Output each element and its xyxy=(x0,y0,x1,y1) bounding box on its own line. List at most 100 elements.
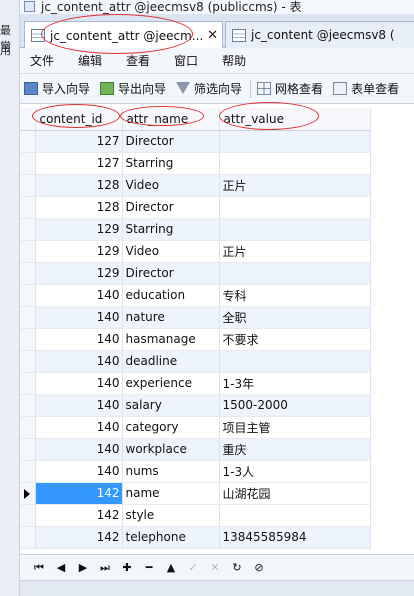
cell-content-id[interactable]: 140 xyxy=(35,394,123,417)
delete-record-button[interactable]: ━ xyxy=(138,561,160,574)
cell-attr-value[interactable] xyxy=(219,218,371,241)
table-row[interactable]: 142 style xyxy=(20,504,371,527)
cell-attr-value[interactable] xyxy=(219,262,371,285)
cell-attr-value[interactable]: 正片 xyxy=(219,240,371,263)
row-indicator[interactable] xyxy=(20,174,36,197)
row-indicator[interactable] xyxy=(20,218,36,241)
cell-attr-value[interactable]: 正片 xyxy=(219,174,371,197)
cell-attr-value[interactable]: 山湖花园 xyxy=(219,482,371,505)
table-row[interactable]: 140 deadline xyxy=(20,350,371,373)
cell-attr-name[interactable]: Starring xyxy=(122,218,220,241)
cancel-button[interactable]: ✕ xyxy=(204,561,226,574)
cell-attr-value[interactable]: 1500-2000 xyxy=(219,394,371,417)
grid-view-button[interactable]: 网格查看 xyxy=(253,80,329,97)
cell-content-id[interactable]: 140 xyxy=(35,284,123,307)
cell-attr-name[interactable]: Video xyxy=(122,174,220,197)
cell-content-id[interactable]: 142 xyxy=(35,526,123,549)
first-record-button[interactable]: ⏮ xyxy=(28,561,50,575)
cell-attr-value[interactable]: 全职 xyxy=(219,306,371,329)
cell-content-id[interactable]: 129 xyxy=(35,240,123,263)
cell-attr-name[interactable]: Director xyxy=(122,196,220,219)
table-row[interactable]: 140 category 项目主管 xyxy=(20,416,371,439)
table-row[interactable]: 140 education 专科 xyxy=(20,284,371,307)
close-icon[interactable]: ✕ xyxy=(207,28,218,43)
cell-attr-name[interactable]: style xyxy=(122,504,220,527)
cell-attr-value[interactable]: 专科 xyxy=(219,284,371,307)
table-row[interactable]: 128 Director xyxy=(20,196,371,219)
last-record-button[interactable]: ⏭ xyxy=(94,561,116,575)
row-indicator[interactable] xyxy=(20,482,36,505)
table-row[interactable]: 128 Video 正片 xyxy=(20,174,371,197)
column-header-attr-name[interactable]: attr_name xyxy=(122,108,220,131)
table-row[interactable]: 127 Director xyxy=(20,130,371,153)
row-indicator[interactable] xyxy=(20,152,36,175)
row-indicator[interactable] xyxy=(20,328,36,351)
add-record-button[interactable]: ✚ xyxy=(116,561,138,574)
row-indicator[interactable] xyxy=(20,284,36,307)
menu-file[interactable]: 文件 xyxy=(20,52,68,69)
cell-content-id[interactable]: 140 xyxy=(35,416,123,439)
menu-view[interactable]: 查看 xyxy=(116,52,164,69)
table-row[interactable]: 129 Video 正片 xyxy=(20,240,371,263)
row-indicator[interactable] xyxy=(20,394,36,417)
row-indicator[interactable] xyxy=(20,196,36,219)
table-row[interactable]: 129 Director xyxy=(20,262,371,285)
row-indicator[interactable] xyxy=(20,306,36,329)
table-row[interactable]: 140 hasmanage 不要求 xyxy=(20,328,371,351)
cell-attr-name[interactable]: workplace xyxy=(122,438,220,461)
cell-content-id[interactable]: 142 xyxy=(35,482,123,505)
cell-attr-name[interactable]: deadline xyxy=(122,350,220,373)
table-row[interactable]: 140 nature 全职 xyxy=(20,306,371,329)
row-indicator[interactable] xyxy=(20,526,36,549)
row-indicator[interactable] xyxy=(20,504,36,527)
cell-attr-name[interactable]: hasmanage xyxy=(122,328,220,351)
cell-attr-value[interactable] xyxy=(219,504,371,527)
cell-attr-name[interactable]: telephone xyxy=(122,526,220,549)
cell-content-id[interactable]: 140 xyxy=(35,460,123,483)
tab-jc-content-attr[interactable]: jc_content_attr @jeecm... ✕ xyxy=(24,21,223,49)
cell-attr-name[interactable]: Director xyxy=(122,130,220,153)
cell-attr-name[interactable]: experience xyxy=(122,372,220,395)
import-wizard-button[interactable]: 导入向导 xyxy=(20,80,96,97)
cell-content-id[interactable]: 127 xyxy=(35,152,123,175)
cell-content-id[interactable]: 127 xyxy=(35,130,123,153)
cell-attr-name[interactable]: education xyxy=(122,284,220,307)
cell-content-id[interactable]: 128 xyxy=(35,174,123,197)
prev-record-button[interactable]: ◀ xyxy=(50,561,72,574)
table-row[interactable]: 142 telephone 13845585984 xyxy=(20,526,371,549)
cell-attr-value[interactable]: 重庆 xyxy=(219,438,371,461)
menu-edit[interactable]: 编辑 xyxy=(68,52,116,69)
cell-attr-value[interactable] xyxy=(219,350,371,373)
row-indicator[interactable] xyxy=(20,438,36,461)
tab-jc-content[interactable]: jc_content @jeecmsv8 ( xyxy=(225,21,414,48)
table-row[interactable]: 127 Starring xyxy=(20,152,371,175)
cell-attr-name[interactable]: name xyxy=(122,482,220,505)
table-row[interactable]: 140 workplace 重庆 xyxy=(20,438,371,461)
row-indicator[interactable] xyxy=(20,372,36,395)
cell-content-id[interactable]: 128 xyxy=(35,196,123,219)
cell-attr-value[interactable]: 项目主管 xyxy=(219,416,371,439)
row-indicator[interactable] xyxy=(20,262,36,285)
filter-wizard-button[interactable]: 筛选向导 xyxy=(172,80,248,97)
menu-help[interactable]: 帮助 xyxy=(212,52,260,69)
table-row[interactable]: 142 name 山湖花园 xyxy=(20,482,371,505)
cell-content-id[interactable]: 142 xyxy=(35,504,123,527)
cell-content-id[interactable]: 140 xyxy=(35,372,123,395)
cell-attr-value[interactable]: 不要求 xyxy=(219,328,371,351)
cell-content-id[interactable]: 140 xyxy=(35,438,123,461)
table-row[interactable]: 140 salary 1500-2000 xyxy=(20,394,371,417)
cell-attr-name[interactable]: Starring xyxy=(122,152,220,175)
cell-content-id[interactable]: 140 xyxy=(35,328,123,351)
cell-attr-name[interactable]: category xyxy=(122,416,220,439)
refresh-button[interactable]: ↻ xyxy=(226,561,248,574)
row-indicator[interactable] xyxy=(20,416,36,439)
row-indicator[interactable] xyxy=(20,240,36,263)
up-record-button[interactable]: ▲ xyxy=(160,561,182,574)
cell-attr-name[interactable]: Video xyxy=(122,240,220,263)
cell-attr-name[interactable]: Director xyxy=(122,262,220,285)
table-row[interactable]: 129 Starring xyxy=(20,218,371,241)
column-header-attr-value[interactable]: attr_value xyxy=(219,108,371,131)
cell-attr-value[interactable]: 1-3人 xyxy=(219,460,371,483)
cell-content-id[interactable]: 129 xyxy=(35,218,123,241)
cell-content-id[interactable]: 140 xyxy=(35,350,123,373)
